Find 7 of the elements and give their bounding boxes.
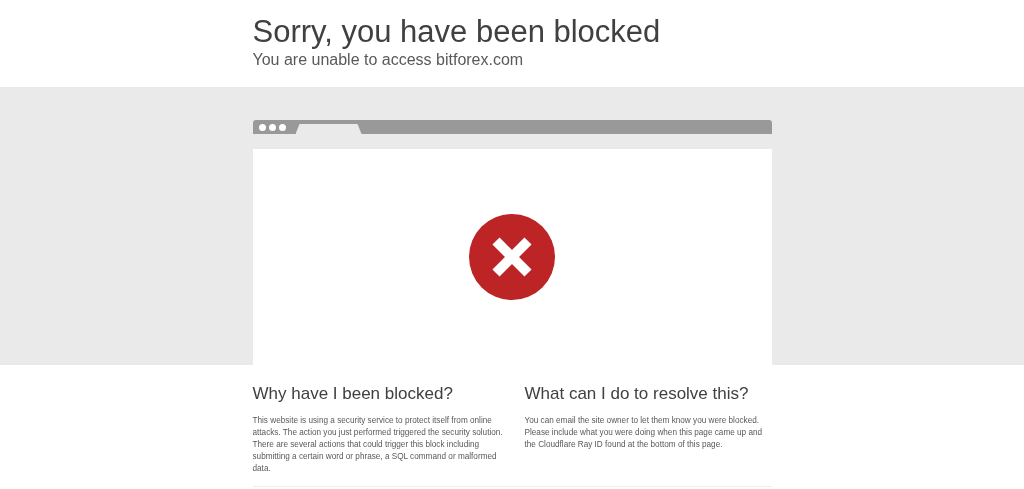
section-text: This website is using a security service to protect itself from online attacks. The action you just performed triggered the security solution. There are several actions that could trigger this block including submitting a certain word or phrase, a SQL command or malformed data. [252, 415, 504, 475]
section-heading: Why have I been blocked? [252, 383, 454, 405]
error-icon [469, 214, 555, 300]
page-subtitle: You are unable to access bitforex.com [252, 50, 525, 70]
section-heading: What can I do to resolve this? [524, 383, 750, 405]
page-title: Sorry, you have been blocked [252, 14, 662, 50]
section-text: You can email the site owner to let them know you were blocked. Please include what you were doing when this page came up and the Cloudflare Ray ID found at the bottom of this page. [524, 415, 764, 451]
